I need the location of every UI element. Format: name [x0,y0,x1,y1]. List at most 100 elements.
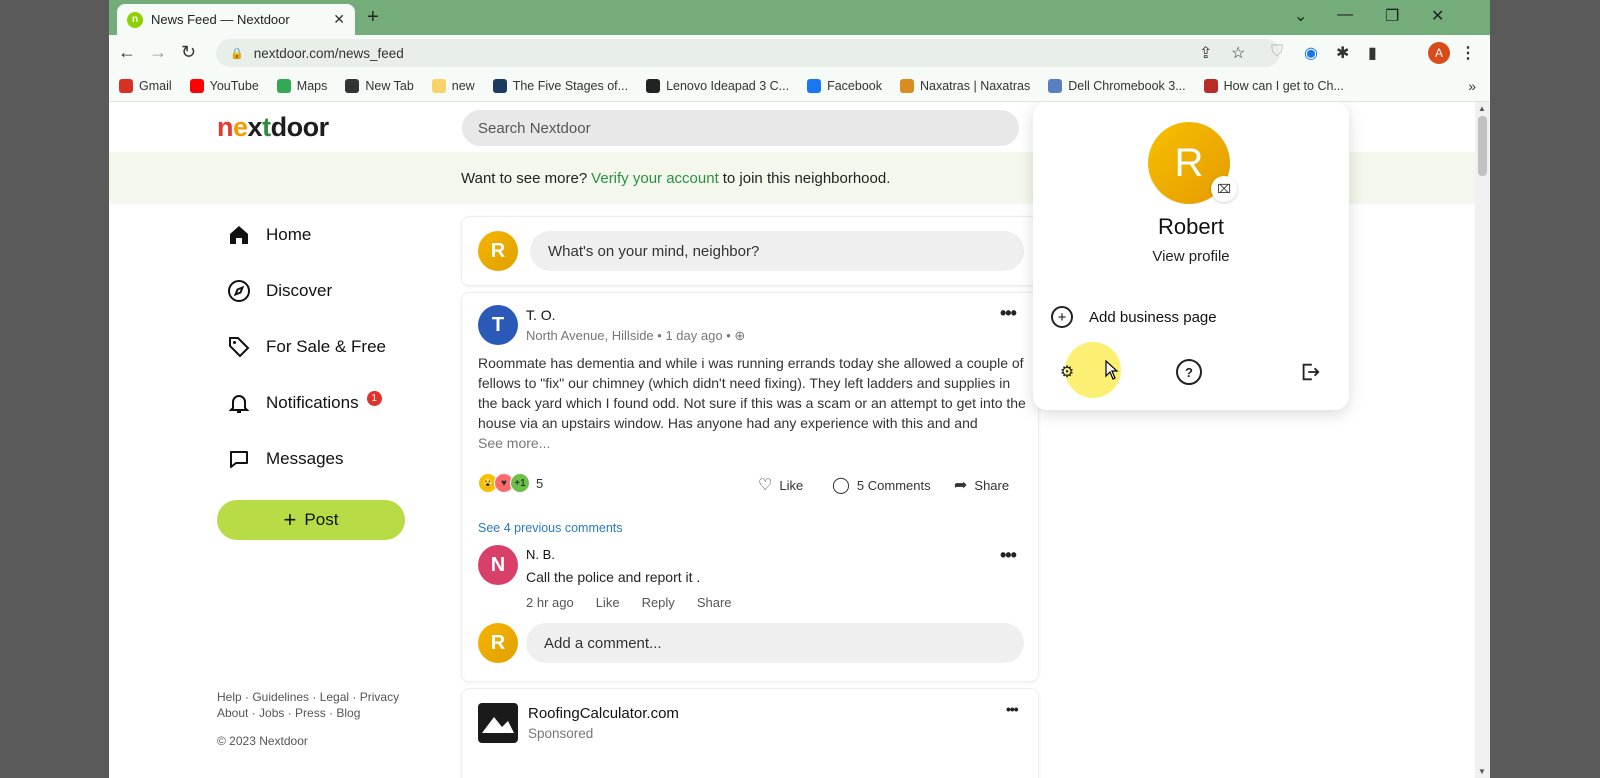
add-circle-icon: + [1051,306,1073,328]
bookmark-label: Naxatras | Naxatras [919,79,1031,93]
bookmark-item[interactable]: Gmail [119,79,172,93]
comment-author-avatar[interactable]: N [478,545,518,585]
share-label: Share [974,477,1010,493]
scroll-down-icon[interactable]: ▼ [1478,767,1486,776]
sidebar-item-home[interactable]: Home [226,222,311,248]
close-tab-icon[interactable]: ✕ [333,11,345,28]
comments-button[interactable]: ◯ 5 Comments [832,475,931,495]
comment-bubble-icon: ◯ [832,477,850,494]
bookmark-favicon-icon [1203,79,1218,93]
sidebar-item-notifications[interactable]: Notifications 1 [226,390,382,416]
sponsor-name[interactable]: RoofingCalculator.com [528,705,679,722]
bookmark-item[interactable]: The Five Stages of... [492,79,629,93]
browser-profile-avatar[interactable]: A [1428,42,1450,64]
comment-more-options-icon[interactable]: ••• [1000,545,1017,566]
add-business-page-button[interactable]: + Add business page [1051,306,1217,328]
comment-share-button[interactable]: Share [697,595,732,610]
sidebar-item-label: Discover [266,281,333,300]
bookmarks-overflow-icon[interactable]: » [1468,78,1476,94]
bookmark-favicon-icon [119,79,133,93]
footer-links-2[interactable]: About · Jobs · Press · Blog [217,706,360,720]
comments-label: 5 Comments [856,477,931,493]
bookmark-item[interactable]: How can I get to Ch... [1203,79,1344,93]
share-arrow-icon: ➦ [954,477,968,494]
roofing-calculator-logo[interactable] [478,703,518,743]
bookmark-label: The Five Stages of... [512,79,629,93]
view-profile-link[interactable]: View profile [1033,248,1349,265]
help-icon[interactable]: ? [1176,359,1202,385]
profile-name: Robert [1157,214,1225,239]
restore-icon[interactable]: ❐ [1385,6,1399,26]
change-photo-icon[interactable]: ⌧ [1211,176,1237,202]
search-input[interactable]: Search Nextdoor [462,110,1019,146]
sidebar-item-discover[interactable]: Discover [226,278,332,304]
shield-extension-icon[interactable]: ⛉ [1271,43,1283,61]
tab-news-feed[interactable]: n News Feed — Nextdoor ✕ [117,4,355,35]
bookmark-item[interactable]: Maps [276,79,327,93]
composer-input[interactable]: What's on your mind, neighbor? [530,231,1024,271]
bookmark-item[interactable]: new [431,79,475,93]
comment-like-button[interactable]: Like [596,595,620,610]
sidebar-item-messages[interactable]: Messages [226,446,343,472]
post-more-options-icon[interactable]: ••• [1000,303,1017,324]
scrollbar-thumb[interactable] [1478,116,1487,176]
scroll-up-icon[interactable]: ▲ [1478,104,1486,113]
reload-icon[interactable]: ↻ [181,42,196,63]
share-button[interactable]: ➦ Share [954,475,1009,495]
sidebar-item-label: Notifications [266,393,359,412]
tab-search-chevron-icon[interactable]: ⌄ [1294,6,1307,26]
post-body: Roommate has dementia and while i was ru… [478,353,1028,453]
sponsored-card: RoofingCalculator.com Sponsored ••• [461,688,1039,778]
page-scrollbar[interactable]: ▲ ▼ [1475,102,1490,778]
browser-menu-icon[interactable]: ⋮ [1460,43,1476,63]
comment-text: Call the police and report it . [526,569,701,585]
sponsored-more-options-icon[interactable]: ••• [1006,701,1019,717]
share-icon[interactable]: ⇪ [1199,43,1212,63]
comment-time: 2 hr ago [526,595,574,610]
plus-icon: + [283,507,297,532]
bookmark-item[interactable]: Lenovo Ideapad 3 C... [646,79,789,93]
back-icon[interactable]: ← [118,42,136,63]
bookmark-label: How can I get to Ch... [1223,79,1344,93]
logout-icon[interactable] [1297,359,1323,385]
add-comment-input[interactable]: Add a comment... [526,623,1024,663]
reactions-summary[interactable]: 😮 ♥ +1 5 [478,473,543,493]
post-author-avatar[interactable]: T [478,305,518,345]
bookmark-item[interactable]: Naxatras | Naxatras [899,79,1031,93]
extension-s-icon[interactable]: ◉ [1304,43,1318,63]
footer-links-1[interactable]: Help · Guidelines · Legal · Privacy [217,690,399,704]
bookmark-item[interactable]: YouTube [189,79,259,93]
sidebar-item-for-sale[interactable]: For Sale & Free [226,334,386,360]
nextdoor-logo[interactable]: nextdoor [217,112,329,143]
page-content: nextdoor Search Nextdoor Want to see mor… [109,102,1475,778]
forward-icon[interactable]: → [149,42,167,63]
bookmark-item[interactable]: Dell Chromebook 3... [1048,79,1186,93]
bookmark-star-icon[interactable]: ☆ [1231,43,1245,63]
extensions-puzzle-icon[interactable]: ✱ [1336,43,1349,63]
see-more-link[interactable]: See more... [478,435,550,451]
bookmark-favicon-icon [431,79,446,93]
close-window-icon[interactable]: ✕ [1431,6,1444,26]
see-previous-comments-link[interactable]: See 4 previous comments [478,521,623,535]
composer-avatar: R [478,231,518,271]
bell-icon [226,390,252,416]
mouse-cursor-icon [1105,359,1119,385]
settings-gear-icon[interactable]: ⚙ [1054,359,1080,385]
bookmarks-bar: Gmail YouTube Maps New Tab new The Five Stage… [109,71,1490,102]
address-bar[interactable]: 🔒 nextdoor.com/news_feed [216,39,1280,67]
post-button[interactable]: + Post [217,500,405,540]
bookmark-item[interactable]: Facebook [807,79,882,93]
bookmark-label: YouTube [209,79,259,93]
reaction-count: 5 [536,475,544,491]
new-tab-icon[interactable]: + [367,6,379,29]
comment-author[interactable]: N. B. [526,547,555,562]
bookmark-label: Dell Chromebook 3... [1068,79,1186,93]
like-button[interactable]: ♡ Like [758,475,803,495]
minimize-icon[interactable]: — [1337,6,1353,24]
side-panel-icon[interactable]: ▮ [1368,43,1377,63]
bookmark-item[interactable]: New Tab [345,79,414,93]
post-author[interactable]: T. O. [526,307,556,323]
comment-reply-button[interactable]: Reply [642,595,675,610]
verify-account-link[interactable]: Verify your account [591,170,719,187]
bookmark-label: Facebook [827,79,882,93]
